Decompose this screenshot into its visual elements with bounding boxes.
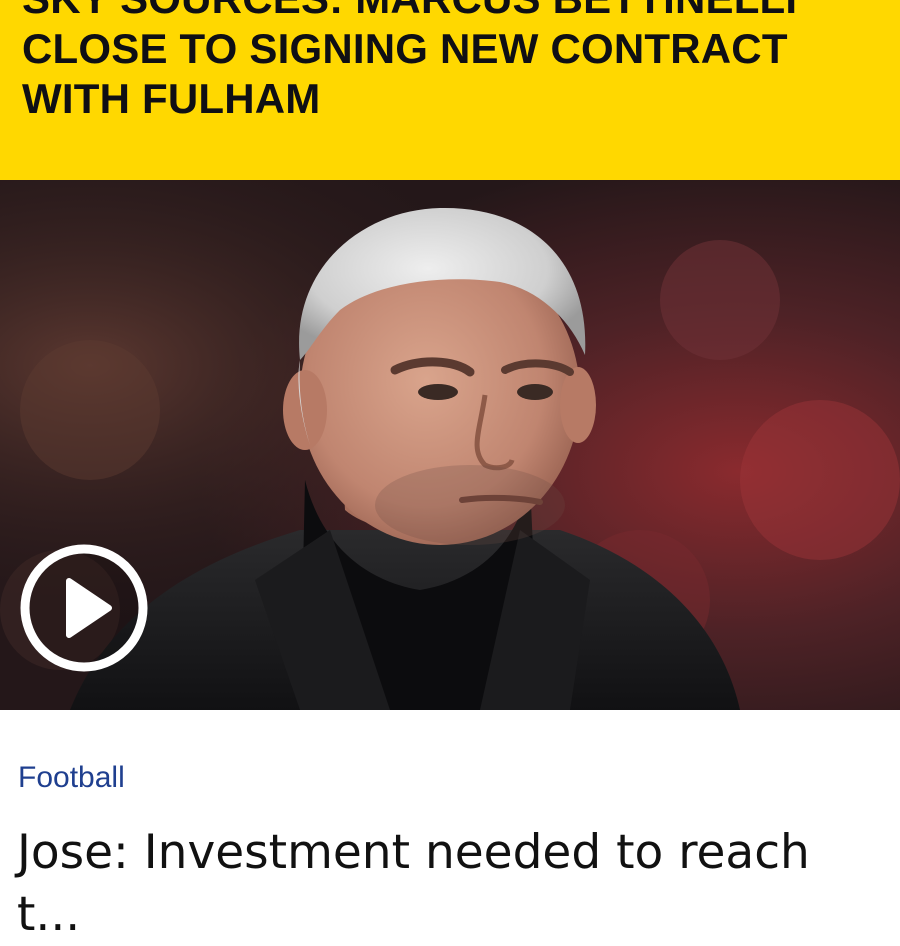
category-link[interactable]: Football	[18, 760, 125, 796]
article-title[interactable]: Jose: Investment needed to reach t...	[17, 822, 887, 946]
play-button[interactable]	[19, 543, 149, 673]
video-thumbnail[interactable]	[0, 180, 900, 710]
play-icon	[20, 544, 148, 672]
banner-headline[interactable]: Sky Sources: Marcus Bettinelli close to …	[22, 0, 882, 124]
breaking-news-banner[interactable]: Sky Sources: Marcus Bettinelli close to …	[0, 0, 900, 180]
